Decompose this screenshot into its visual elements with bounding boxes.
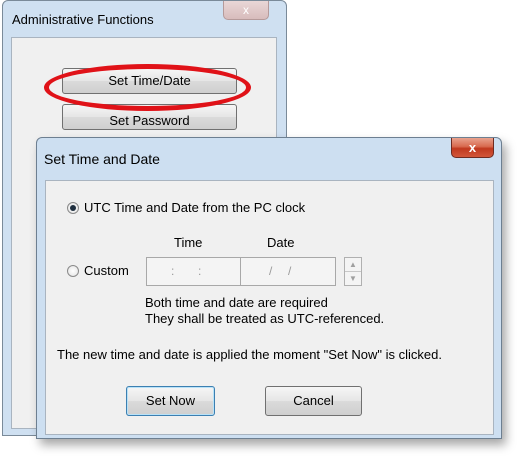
required-note: Both time and date are required xyxy=(145,295,328,310)
time-date-picker[interactable]: : : / / xyxy=(146,257,336,286)
admin-close-icon[interactable]: x xyxy=(223,1,269,20)
dialog-title: Set Time and Date xyxy=(44,151,160,167)
utc-radio-button[interactable] xyxy=(67,202,79,214)
date-column-header: Date xyxy=(267,235,295,250)
utc-radio-label[interactable]: UTC Time and Date from the PC clock xyxy=(84,200,305,215)
time-separator: : xyxy=(198,264,202,278)
admin-window-title: Administrative Functions xyxy=(12,12,154,27)
dialog-close-icon[interactable]: x xyxy=(451,138,494,158)
time-column-header: Time xyxy=(174,235,203,250)
dialog-client: UTC Time and Date from the PC clock Time… xyxy=(45,180,494,435)
time-separator: : xyxy=(171,264,175,278)
custom-radio-button[interactable] xyxy=(67,265,79,277)
date-separator: / xyxy=(269,264,273,278)
set-now-button[interactable]: Set Now xyxy=(126,386,215,416)
cancel-button[interactable]: Cancel xyxy=(265,386,362,416)
spin-down-icon[interactable]: ▼ xyxy=(345,272,361,285)
picker-divider xyxy=(240,258,241,285)
set-password-button[interactable]: Set Password xyxy=(62,104,237,130)
custom-radio-label[interactable]: Custom xyxy=(84,263,129,278)
set-time-date-dialog: Set Time and Date x UTC Time and Date fr… xyxy=(36,137,502,439)
spin-up-icon[interactable]: ▲ xyxy=(345,258,361,272)
utc-reference-note: They shall be treated as UTC-referenced. xyxy=(145,311,385,326)
set-time-date-button[interactable]: Set Time/Date xyxy=(62,68,237,94)
spin-control[interactable]: ▲ ▼ xyxy=(344,257,362,286)
applied-note: The new time and date is applied the mom… xyxy=(57,347,442,362)
date-separator: / xyxy=(288,264,292,278)
admin-window-titlebar[interactable]: Administrative Functions x xyxy=(3,1,286,37)
